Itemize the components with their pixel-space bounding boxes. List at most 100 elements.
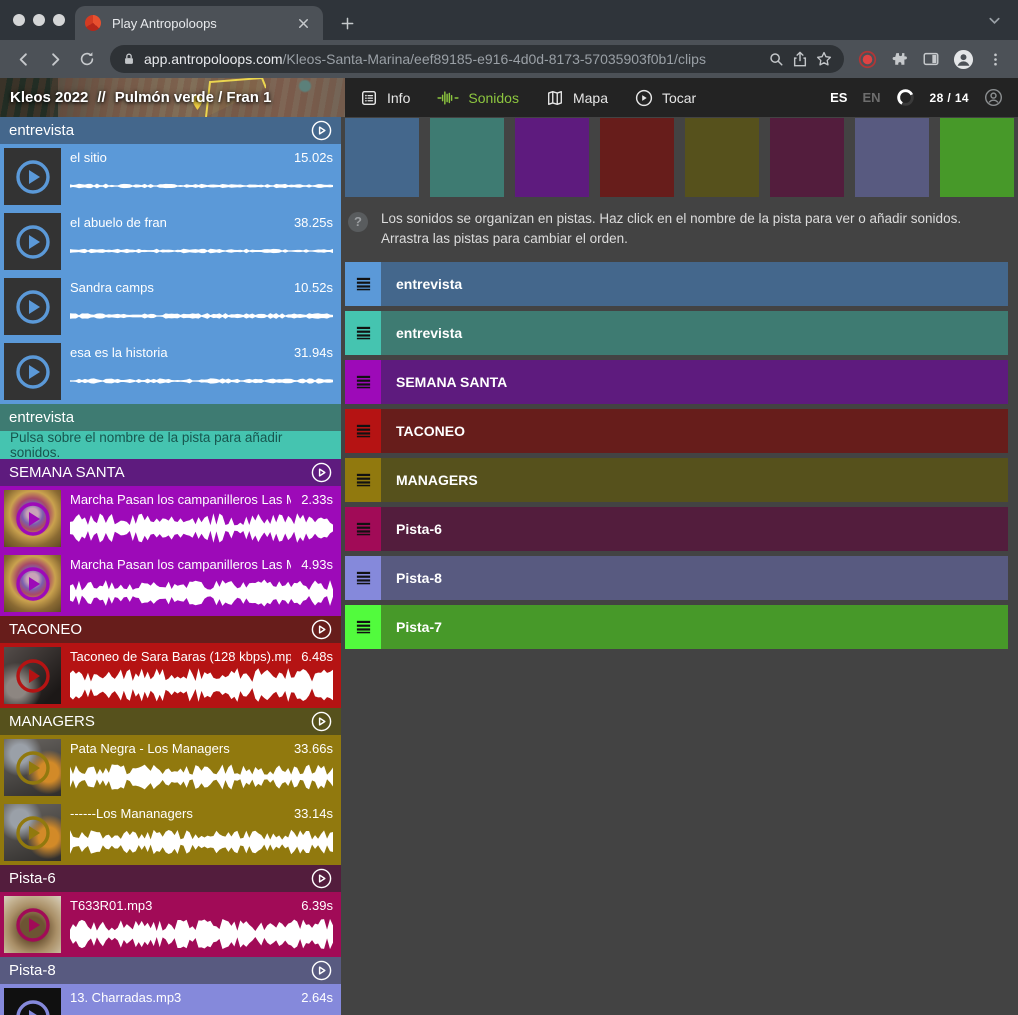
account-icon[interactable] [984,88,1003,107]
swatch-entrevista-2[interactable] [430,118,504,197]
waveform[interactable] [70,574,333,612]
track-row-name[interactable]: Pista-6 [381,507,1008,551]
clip-thumbnail[interactable] [4,213,61,270]
tab-search-chevron-icon[interactable] [987,13,1002,28]
waveform[interactable] [70,915,333,953]
track-row-pista-8[interactable]: Pista-8 [345,556,1008,600]
track-header[interactable]: entrevista [0,117,341,144]
profile-avatar[interactable] [948,44,978,74]
swatch-pista-6[interactable] [770,118,844,197]
new-tab-button[interactable] [333,9,361,37]
drag-handle-icon[interactable] [345,409,381,453]
clip-item[interactable]: esa es la historia31.94s [0,339,341,404]
track-row-name[interactable]: entrevista [381,262,1008,306]
drag-handle-icon[interactable] [345,311,381,355]
zoom-window-button[interactable] [53,14,65,26]
lang-en-button[interactable]: EN [862,90,880,105]
swatch-pista-8[interactable] [855,118,929,197]
track-row-entrevista-1[interactable]: entrevista [345,262,1008,306]
tab-close-icon[interactable] [293,13,313,33]
waveform[interactable] [70,823,333,861]
track-row-pista-6[interactable]: Pista-6 [345,507,1008,551]
extensions-puzzle-icon[interactable] [884,44,914,74]
track-row-name[interactable]: Pista-8 [381,556,1008,600]
track-row-pista-7[interactable]: Pista-7 [345,605,1008,649]
track-header[interactable]: TACONEO [0,616,341,643]
track-header[interactable]: Pista-6 [0,865,341,892]
drag-handle-icon[interactable] [345,262,381,306]
play-all-icon[interactable] [311,120,332,141]
side-panel-icon[interactable] [916,44,946,74]
close-window-button[interactable] [13,14,25,26]
browser-tab[interactable]: Play Antropoloops [75,6,323,40]
track-row-name[interactable]: MANAGERS [381,458,1008,502]
play-all-icon[interactable] [311,619,332,640]
project-banner[interactable]: Kleos 2022 // Pulmón verde / Fran 1 [0,78,345,117]
clip-item[interactable]: Marcha Pasan los campanilleros Las Mejor… [0,486,341,551]
waveform[interactable] [70,362,333,400]
clip-item[interactable]: Sandra camps10.52s [0,274,341,339]
drag-handle-icon[interactable] [345,605,381,649]
waveform[interactable] [70,297,333,335]
clip-item[interactable]: T633R01.mp36.39s [0,892,341,957]
clip-thumbnail[interactable] [4,278,61,335]
swatch-managers[interactable] [685,118,759,197]
clip-thumbnail[interactable] [4,343,61,400]
track-row-taconeo[interactable]: TACONEO [345,409,1008,453]
share-icon[interactable] [792,51,808,67]
play-all-icon[interactable] [311,711,332,732]
drag-handle-icon[interactable] [345,360,381,404]
swatch-taconeo[interactable] [600,118,674,197]
zoom-page-icon[interactable] [768,51,784,67]
lang-es-button[interactable]: ES [830,90,847,105]
clip-thumbnail[interactable] [4,490,61,547]
clip-item[interactable]: el sitio15.02s [0,144,341,209]
clip-thumbnail[interactable] [4,896,61,953]
swatch-semana-santa[interactable] [515,118,589,197]
track-row-name[interactable]: SEMANA SANTA [381,360,1008,404]
address-bar[interactable]: app.antropoloops.com/Kleos-Santa-Marina/… [110,45,844,73]
tab-mapa[interactable]: Mapa [546,89,608,107]
waveform[interactable] [70,666,333,704]
track-row-semana-santa[interactable]: SEMANA SANTA [345,360,1008,404]
track-header[interactable]: Pista-8 [0,957,341,984]
swatch-pista-7[interactable] [940,118,1014,197]
clip-thumbnail[interactable] [4,739,61,796]
track-header[interactable]: SEMANA SANTA [0,459,341,486]
forward-button[interactable] [40,44,70,74]
clip-thumbnail[interactable] [4,988,61,1015]
track-row-managers[interactable]: MANAGERS [345,458,1008,502]
clip-item[interactable]: Pata Negra - Los Managers33.66s [0,735,341,800]
clip-item[interactable]: Marcha Pasan los campanilleros Las Mejor… [0,551,341,616]
play-all-icon[interactable] [311,462,332,483]
back-button[interactable] [8,44,38,74]
clip-item[interactable]: el abuelo de fran38.25s [0,209,341,274]
tab-tocar[interactable]: Tocar [635,89,696,107]
reload-button[interactable] [72,44,102,74]
lock-icon[interactable] [122,52,136,66]
track-row-name[interactable]: Pista-7 [381,605,1008,649]
waveform[interactable] [70,232,333,270]
tab-info[interactable]: Info [360,89,410,107]
clip-thumbnail[interactable] [4,555,61,612]
minimize-window-button[interactable] [33,14,45,26]
clip-item[interactable]: 13. Charradas.mp32.64s [0,984,341,1015]
tab-sonidos[interactable]: Sonidos [437,89,519,107]
drag-handle-icon[interactable] [345,458,381,502]
waveform[interactable] [70,758,333,796]
browser-menu-icon[interactable] [980,44,1010,74]
waveform[interactable] [70,1007,333,1015]
clip-thumbnail[interactable] [4,148,61,205]
waveform[interactable] [70,509,333,547]
waveform[interactable] [70,167,333,205]
clip-thumbnail[interactable] [4,804,61,861]
track-row-name[interactable]: entrevista [381,311,1008,355]
clip-thumbnail[interactable] [4,647,61,704]
bookmark-star-icon[interactable] [816,51,832,67]
drag-handle-icon[interactable] [345,556,381,600]
clip-item[interactable]: ------Los Mananagers33.14s [0,800,341,865]
drag-handle-icon[interactable] [345,507,381,551]
track-row-name[interactable]: TACONEO [381,409,1008,453]
track-header[interactable]: MANAGERS [0,708,341,735]
play-all-icon[interactable] [311,960,332,981]
